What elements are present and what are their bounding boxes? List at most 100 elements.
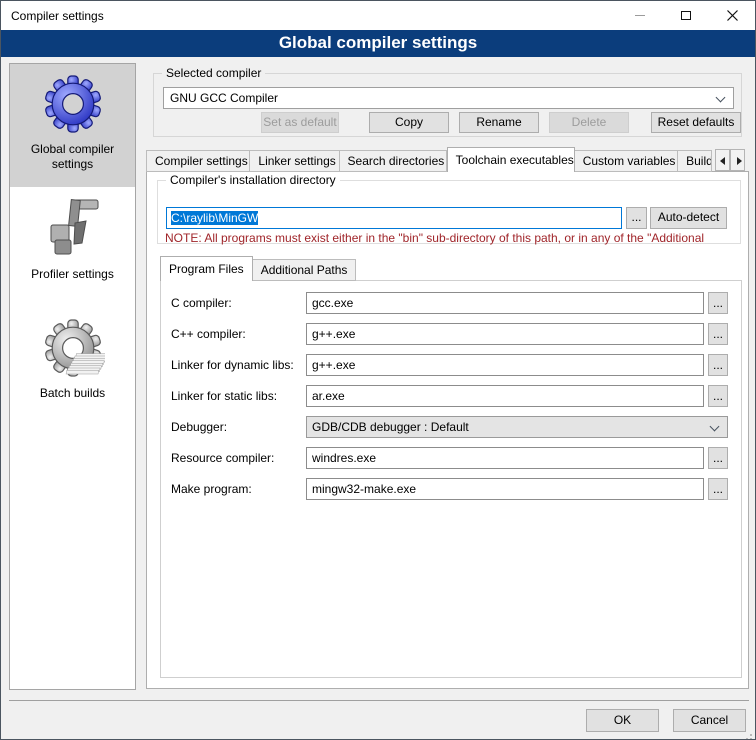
footer-divider: [9, 700, 749, 701]
make-program-input[interactable]: mingw32-make.exe: [306, 478, 704, 500]
field-value: mingw32-make.exe: [312, 482, 416, 496]
settings-tabstrip: Compiler settingsLinker settingsSearch d…: [146, 147, 712, 172]
linker-for-static-libs-input[interactable]: ar.exe: [306, 385, 704, 407]
tab-linker-settings[interactable]: Linker settings: [250, 150, 339, 172]
ellipsis-icon: ...: [713, 482, 723, 496]
ellipsis-icon: ...: [631, 210, 641, 224]
browse-button[interactable]: ...: [708, 354, 728, 376]
tab-compiler-settings[interactable]: Compiler settings: [146, 150, 250, 172]
debugger-dropdown[interactable]: GDB/CDB debugger : Default: [306, 416, 728, 438]
button-label: Rename: [476, 115, 521, 129]
toolchain-executables-page: Compiler's installation directory C:\ray…: [146, 171, 749, 689]
ok-button[interactable]: OK: [586, 709, 659, 732]
close-button[interactable]: [709, 1, 755, 30]
maximize-button[interactable]: [663, 1, 709, 30]
sidebar-item-profiler-settings[interactable]: Profiler settings: [10, 189, 135, 282]
reset-defaults-button[interactable]: Reset defaults: [651, 112, 741, 133]
titlebar: Compiler settings: [1, 1, 755, 30]
chevron-down-icon: [716, 93, 726, 103]
program-files-tabstrip: Program Files Additional Paths: [160, 256, 356, 281]
field-label: Linker for dynamic libs:: [171, 354, 294, 376]
tab-search-directories[interactable]: Search directories: [340, 150, 447, 172]
tab-label: Toolchain executables: [456, 153, 574, 167]
sidebar-item-label: Batch builds: [10, 386, 135, 401]
field-value: windres.exe: [312, 451, 376, 465]
tab-label: Additional Paths: [261, 263, 348, 277]
caption-buttons: [617, 1, 755, 30]
dialog-header: Global compiler settings: [1, 30, 755, 57]
button-label: Delete: [572, 115, 607, 129]
linker-for-dynamic-libs-input[interactable]: g++.exe: [306, 354, 704, 376]
set-as-default-button: Set as default: [261, 112, 339, 133]
tab-scroll-left-button[interactable]: [715, 149, 730, 171]
field-row-make-program: Make program: mingw32-make.exe...: [161, 478, 741, 500]
tab-program-files[interactable]: Program Files: [160, 256, 253, 281]
copy-button[interactable]: Copy: [369, 112, 449, 133]
chevron-down-icon: [710, 422, 720, 432]
maximize-icon: [681, 11, 691, 20]
field-row-resource-compiler: Resource compiler:windres.exe...: [161, 447, 741, 469]
auto-detect-button[interactable]: Auto-detect: [650, 207, 727, 229]
tab-scroll-right-button[interactable]: [730, 149, 745, 171]
installation-directory-input[interactable]: C:\raylib\MinGW: [166, 207, 622, 229]
settings-category-list: Global compiler settings Profiler settin…: [9, 63, 136, 690]
field-row-linker-for-dynamic-libs: Linker for dynamic libs: g++.exe...: [161, 354, 741, 376]
button-label: Copy: [395, 115, 423, 129]
caliper-icon: [41, 197, 105, 261]
c-compiler-input[interactable]: g++.exe: [306, 323, 704, 345]
browse-button[interactable]: ...: [708, 478, 728, 500]
field-value: g++.exe: [312, 327, 355, 341]
installation-directory-legend: Compiler's installation directory: [166, 173, 340, 187]
minimize-button[interactable]: [617, 1, 663, 30]
auto-detect-label: Auto-detect: [658, 210, 719, 224]
ellipsis-icon: ...: [713, 296, 723, 310]
window-title: Compiler settings: [1, 9, 104, 23]
compiler-settings-dialog: Compiler settings Global compiler settin…: [0, 0, 756, 740]
browse-button[interactable]: ...: [708, 385, 728, 407]
tab-label: Compiler settings: [155, 154, 248, 168]
gear-stack-icon: [41, 316, 105, 380]
browse-button[interactable]: ...: [708, 292, 728, 314]
field-label: C++ compiler:: [171, 323, 246, 345]
tab-label: Custom variables: [583, 154, 676, 168]
ellipsis-icon: ...: [713, 389, 723, 403]
selected-compiler-value: GNU GCC Compiler: [170, 91, 278, 105]
tab-build[interactable]: Build: [678, 150, 712, 172]
field-label: Linker for static libs:: [171, 385, 277, 407]
rename-button[interactable]: Rename: [459, 112, 539, 133]
field-value: GDB/CDB debugger : Default: [312, 420, 469, 434]
sidebar-item-batch-builds[interactable]: Batch builds: [10, 308, 135, 401]
delete-button: Delete: [549, 112, 629, 133]
ellipsis-icon: ...: [713, 327, 723, 341]
resize-grip-icon[interactable]: [750, 734, 752, 736]
field-label: Debugger:: [171, 416, 227, 438]
tab-label: Program Files: [169, 262, 244, 276]
browse-button[interactable]: ...: [708, 323, 728, 345]
field-label: Make program:: [171, 478, 252, 500]
tab-custom-variables[interactable]: Custom variables: [575, 150, 678, 172]
dialog-header-title: Global compiler settings: [279, 33, 477, 52]
selected-compiler-dropdown[interactable]: GNU GCC Compiler: [163, 87, 734, 109]
cancel-button[interactable]: Cancel: [673, 709, 746, 732]
button-label: Reset defaults: [658, 115, 735, 129]
sidebar-item-global-compiler-settings[interactable]: Global compiler settings: [10, 64, 135, 187]
tab-additional-paths[interactable]: Additional Paths: [253, 259, 357, 281]
selected-path-text: C:\raylib\MinGW: [171, 211, 258, 225]
sidebar-item-label: Profiler settings: [10, 267, 135, 282]
program-files-page: C compiler: gcc.exe... C++ compiler: g++.ex…: [160, 280, 742, 678]
browse-button[interactable]: ...: [708, 447, 728, 469]
field-row-c-compiler: C++ compiler: g++.exe...: [161, 323, 741, 345]
ellipsis-icon: ...: [713, 451, 723, 465]
arrow-left-icon: [720, 157, 725, 165]
tab-toolchain-executables[interactable]: Toolchain executables: [447, 147, 575, 172]
field-value: gcc.exe: [312, 296, 353, 310]
field-label: C compiler:: [171, 292, 232, 314]
field-value: g++.exe: [312, 358, 355, 372]
c-compiler-input[interactable]: gcc.exe: [306, 292, 704, 314]
note-text: NOTE: All programs must exist either in …: [165, 231, 741, 245]
sidebar-item-label: Global compiler settings: [10, 142, 135, 172]
field-row-linker-for-static-libs: Linker for static libs: ar.exe...: [161, 385, 741, 407]
resource-compiler-input[interactable]: windres.exe: [306, 447, 704, 469]
close-icon: [727, 10, 738, 21]
directory-browse-button[interactable]: ...: [626, 207, 647, 229]
